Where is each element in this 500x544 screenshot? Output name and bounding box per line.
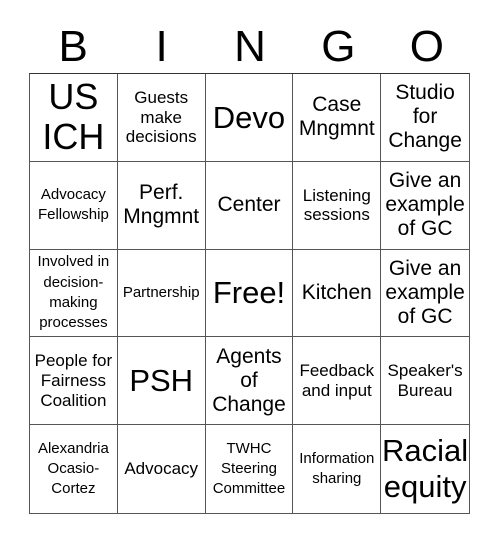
cell-label: Feedback and input [299, 361, 375, 400]
cell-label: Give an example of GC [385, 256, 465, 329]
cell-label: Studio for Change [388, 81, 462, 153]
bingo-cell[interactable]: Kitchen [293, 249, 382, 338]
bingo-cell[interactable]: US ICH [30, 74, 118, 162]
cell-label: Partnership [122, 283, 200, 301]
bingo-cell[interactable]: Studio for Change [381, 74, 469, 162]
cell-label: Guests make decisions [125, 88, 197, 147]
cell-label: Kitchen [301, 280, 372, 304]
cell-label: Perf. Mngmnt [123, 181, 200, 229]
header-letter-i: I [155, 22, 168, 71]
cell-label: Listening sessions [302, 185, 371, 225]
cell-label: Agents of Change [212, 344, 286, 416]
bingo-cell[interactable]: Agents of Change [205, 337, 294, 426]
header-letter-n: N [234, 22, 266, 71]
bingo-cell[interactable]: People for Fairness Coalition [30, 337, 118, 426]
header-letter-o: O [409, 22, 444, 71]
free-space-cell[interactable]: Free! [205, 249, 294, 338]
cell-label: PSH [129, 362, 194, 398]
bingo-cell[interactable]: Give an example of GC [381, 162, 469, 250]
bingo-cell[interactable]: PSH [117, 337, 206, 426]
bingo-cell[interactable]: Listening sessions [293, 161, 382, 250]
bingo-cell[interactable]: Advocacy [118, 425, 206, 513]
bingo-cell[interactable]: Partnership [117, 249, 206, 338]
bingo-cell[interactable]: Alexandria Ocasio-Cortez [30, 425, 118, 513]
bingo-cell[interactable]: Involved in decision-making processes [30, 249, 118, 338]
bingo-cell[interactable]: Guests make decisions [117, 74, 206, 162]
cell-label: Advocacy [124, 459, 199, 479]
bingo-cell[interactable]: Devo [205, 74, 294, 162]
cell-label: Alexandria Ocasio-Cortez [37, 439, 109, 498]
cell-label: People for Fairness Coalition [34, 351, 113, 410]
bingo-cell[interactable]: Give an example of GC [381, 250, 469, 338]
cell-label: TWHC Steering Committee [212, 439, 286, 498]
bingo-cell[interactable]: Feedback and input [293, 337, 382, 426]
bingo-cell[interactable]: TWHC Steering Committee [206, 425, 294, 513]
cell-label: Advocacy Fellowship [37, 185, 109, 224]
bingo-cell[interactable]: Case Mngmnt [293, 74, 382, 162]
cell-label: Give an example of GC [385, 168, 465, 241]
header-letter-b: B [58, 22, 88, 71]
bingo-cell[interactable]: Center [205, 161, 294, 250]
bingo-cell[interactable]: Advocacy Fellowship [30, 161, 118, 250]
cell-label: Devo [212, 99, 286, 135]
cell-label: Case Mngmnt [298, 93, 375, 141]
cell-label: Involved in decision-making processes [37, 253, 110, 332]
bingo-cell[interactable]: Information sharing [293, 425, 382, 513]
cell-label: Speaker's Bureau [387, 361, 463, 400]
bingo-grid: US ICH Guests make decisions Devo Case Mngm… [29, 73, 470, 514]
cell-label: Information sharing [299, 449, 375, 488]
cell-label: Free! [212, 275, 286, 311]
bingo-cell[interactable]: Perf. Mngmnt [117, 161, 206, 250]
cell-label: Racial equity [382, 433, 469, 505]
bingo-header: B I N G O [29, 22, 471, 72]
cell-label: US ICH [42, 76, 105, 158]
cell-label: Center [217, 193, 281, 217]
bingo-cell[interactable]: Racial equity [381, 425, 469, 513]
bingo-cell[interactable]: Speaker's Bureau [381, 337, 469, 426]
header-letter-g: G [321, 22, 356, 71]
